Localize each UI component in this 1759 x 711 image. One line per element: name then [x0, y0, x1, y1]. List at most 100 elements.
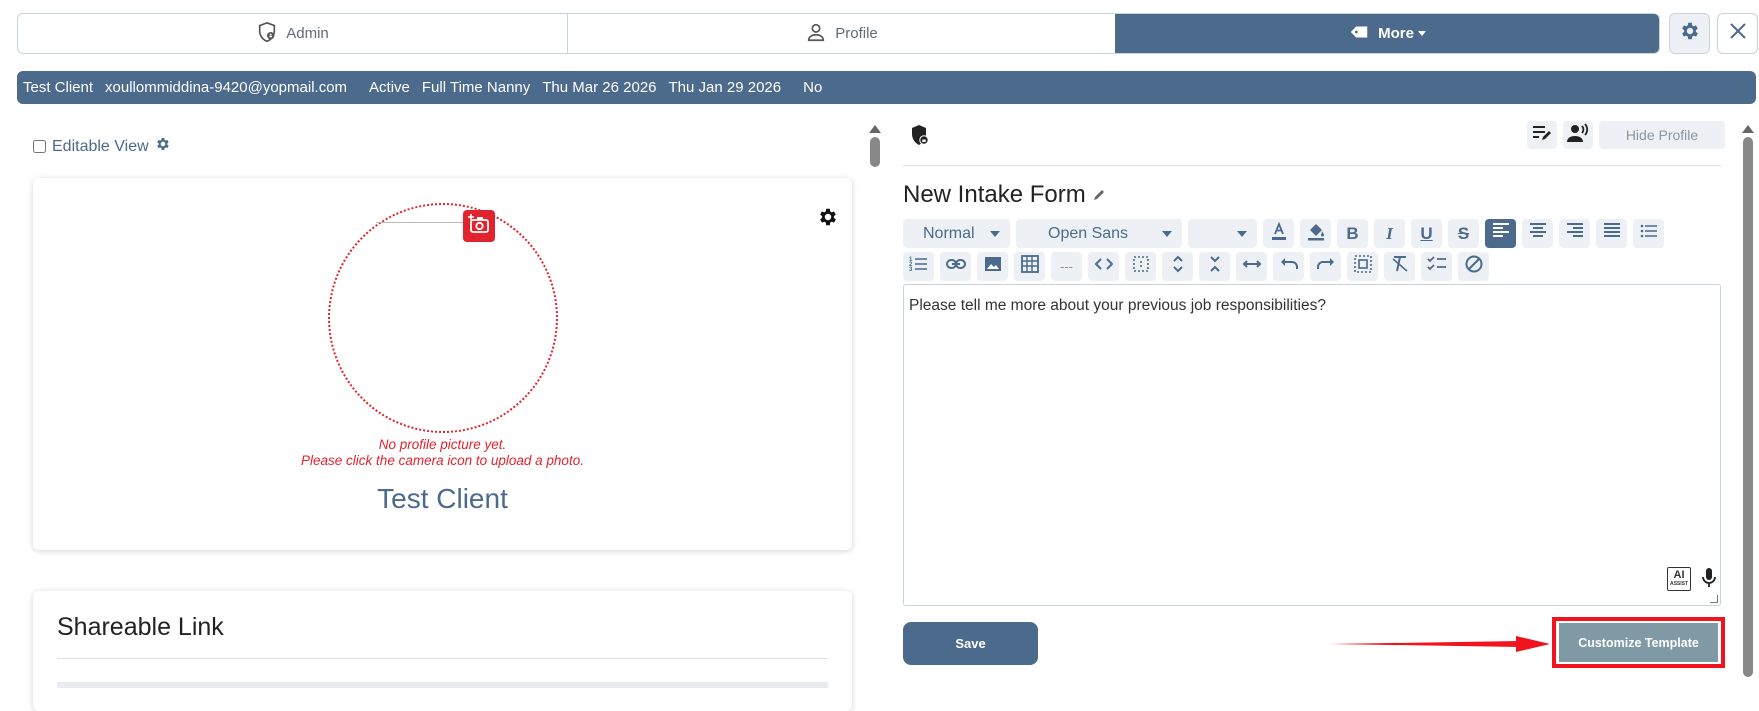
ai-assist-sublabel: ASSIST — [1669, 581, 1689, 587]
font-family-value: Open Sans — [1048, 224, 1129, 242]
client-position: Full Time Nanny — [421, 79, 531, 96]
client-date-1: Thu Mar 26 2026 — [542, 79, 657, 96]
gear-icon[interactable] — [155, 136, 171, 157]
collapse-vertical-button[interactable] — [1199, 252, 1230, 281]
editor-toolbar-row-2: 123 --- — [903, 252, 1489, 281]
expand-vertical-button[interactable] — [1162, 252, 1193, 281]
link-icon — [945, 254, 966, 279]
editable-view-label: Editable View — [52, 137, 149, 155]
editor-content[interactable]: Please tell me more about your previous … — [909, 297, 1326, 315]
bold-icon: B — [1346, 223, 1359, 243]
chevron-down-icon — [990, 230, 1000, 237]
close-button[interactable] — [1717, 13, 1758, 54]
client-name: Test Client — [23, 79, 94, 96]
align-justify-icon — [1602, 221, 1622, 246]
clear-format-button[interactable] — [1384, 252, 1415, 281]
upload-photo-button[interactable] — [463, 210, 495, 242]
chevron-down-icon — [1417, 31, 1426, 36]
annotation-arrow — [1330, 636, 1550, 657]
no-picture-line-1: No profile picture yet. — [378, 437, 507, 452]
link-button[interactable] — [940, 252, 971, 281]
pencil-icon[interactable] — [1092, 181, 1106, 209]
select-all-icon — [1353, 254, 1373, 279]
voice-button[interactable] — [1563, 121, 1593, 149]
customize-template-button[interactable]: Customize Template — [1559, 623, 1718, 662]
left-scrollbar[interactable] — [869, 125, 881, 175]
code-button[interactable] — [1088, 252, 1119, 281]
image-button[interactable] — [977, 252, 1008, 281]
tab-profile-label: Profile — [835, 25, 878, 42]
bold-button[interactable]: B — [1337, 219, 1368, 248]
rich-text-editor[interactable]: Please tell me more about your previous … — [903, 284, 1721, 606]
underline-button[interactable]: U — [1411, 219, 1442, 248]
tab-profile[interactable]: Profile — [567, 14, 1115, 53]
card-settings-button[interactable] — [817, 206, 839, 233]
shareable-link-title: Shareable Link — [57, 613, 224, 641]
disable-button[interactable] — [1458, 252, 1489, 281]
italic-icon: I — [1386, 223, 1393, 243]
italic-button[interactable]: I — [1374, 219, 1405, 248]
align-right-icon — [1565, 221, 1585, 246]
block-button[interactable] — [1125, 252, 1156, 281]
no-picture-message: No profile picture yet. Please click the… — [33, 437, 852, 469]
font-color-button[interactable] — [1263, 219, 1294, 248]
bullet-list-button[interactable] — [1633, 219, 1664, 248]
shield-user-icon — [256, 21, 278, 47]
profile-client-name: Test Client — [377, 483, 508, 514]
ai-assist-button[interactable]: AI ASSIST — [1667, 567, 1691, 591]
undo-button[interactable] — [1273, 252, 1304, 281]
font-size-select[interactable] — [1188, 219, 1257, 248]
select-all-button[interactable] — [1347, 252, 1378, 281]
justify-button[interactable] — [1596, 219, 1627, 248]
client-info-bar: Test Client xoullommiddina-9420@yopmail.… — [17, 71, 1756, 104]
align-right-button[interactable] — [1559, 219, 1590, 248]
editable-view-checkbox[interactable] — [33, 140, 46, 153]
align-center-button[interactable] — [1522, 219, 1553, 248]
numbered-list-icon: 123 — [909, 254, 929, 279]
scroll-up-arrow-icon[interactable] — [1742, 125, 1754, 133]
checklist-button[interactable] — [1421, 252, 1452, 281]
hide-profile-button[interactable]: Hide Profile — [1599, 121, 1725, 149]
edit-list-icon — [1532, 124, 1552, 147]
scroll-up-arrow-icon[interactable] — [869, 125, 881, 133]
editable-view-toggle: Editable View — [33, 136, 171, 157]
resize-handle[interactable] — [1710, 595, 1718, 603]
edit-notes-button[interactable] — [1527, 121, 1557, 149]
scroll-thumb[interactable] — [1743, 137, 1753, 677]
divider — [903, 165, 1721, 166]
settings-button[interactable] — [1669, 13, 1710, 54]
save-button[interactable]: Save — [903, 622, 1038, 665]
redo-button[interactable] — [1310, 252, 1341, 281]
shareable-link-field[interactable] — [57, 682, 828, 688]
speaking-person-icon — [1567, 122, 1589, 148]
horizontal-rule-label: --- — [1060, 259, 1073, 274]
chevron-down-icon — [1237, 230, 1247, 237]
shareable-link-card: Shareable Link — [33, 591, 852, 711]
profile-card: No profile picture yet. Please click the… — [33, 178, 852, 550]
text-style-select[interactable]: Normal — [903, 219, 1010, 248]
scroll-thumb[interactable] — [870, 137, 880, 167]
chevron-down-icon — [1162, 230, 1172, 237]
strikethrough-button[interactable]: S — [1448, 219, 1479, 248]
dotted-box-icon — [1131, 254, 1151, 279]
font-family-select[interactable]: Open Sans — [1016, 219, 1182, 248]
horizontal-rule-button[interactable]: --- — [1051, 252, 1082, 281]
client-email: xoullommiddina-9420@yopmail.com — [105, 79, 348, 96]
undo-icon — [1279, 254, 1299, 279]
right-scrollbar[interactable] — [1742, 125, 1754, 677]
tab-admin[interactable]: Admin — [18, 14, 567, 53]
expand-horizontal-button[interactable] — [1236, 252, 1267, 281]
table-button[interactable] — [1014, 252, 1045, 281]
client-status: Active — [369, 79, 410, 96]
svg-text:3: 3 — [909, 267, 913, 273]
no-picture-line-2: Please click the camera icon to upload a… — [301, 453, 584, 468]
highlight-color-button[interactable] — [1300, 219, 1331, 248]
align-left-button[interactable] — [1485, 219, 1516, 248]
collapse-vertical-icon — [1205, 254, 1225, 279]
microphone-button[interactable] — [1701, 567, 1717, 594]
numbered-list-button[interactable]: 123 — [903, 252, 934, 281]
table-icon — [1020, 254, 1040, 279]
ai-assist-label: AI — [1673, 569, 1685, 581]
shield-lock-icon[interactable] — [910, 124, 930, 151]
tab-more[interactable]: More — [1115, 14, 1659, 53]
